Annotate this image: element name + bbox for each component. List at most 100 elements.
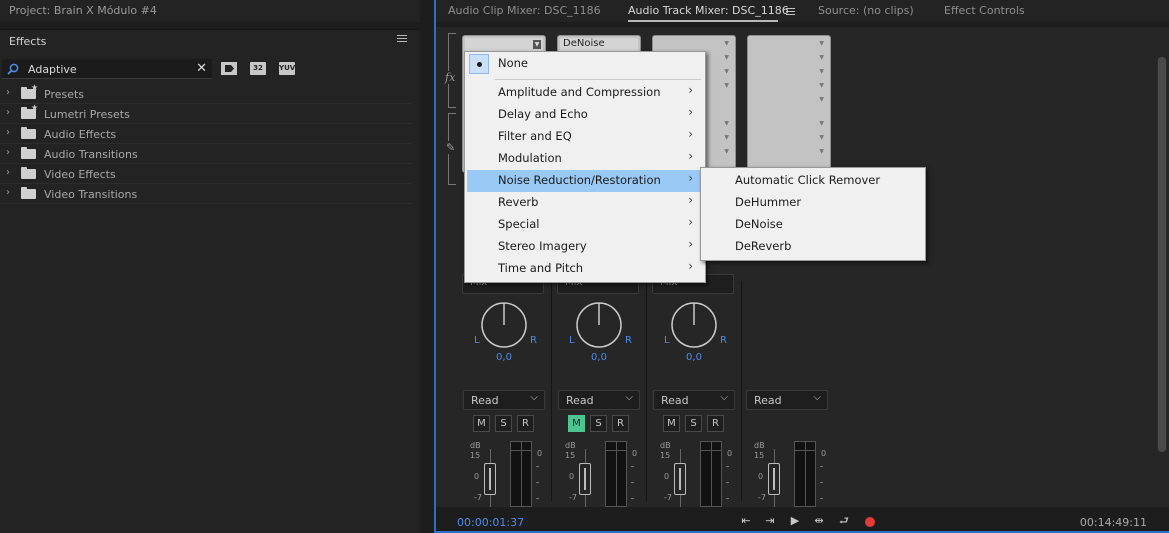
panel-menu-icon[interactable] <box>397 35 407 45</box>
menu-item-stereo-imagery[interactable]: Stereo Imagery › <box>467 236 703 258</box>
track-3-solo-button[interactable]: S <box>685 415 702 432</box>
fader-handle[interactable] <box>484 463 496 495</box>
track-3-volume-fader[interactable]: dB 15 0 -7 0 <box>660 441 732 507</box>
level-meter <box>700 441 722 507</box>
effect-insert-menu: None Amplitude and Compression › Delay an… <box>464 51 706 283</box>
tree-item-video-transitions[interactable]: › Video Transitions <box>0 184 412 204</box>
menu-item-dehummer[interactable]: DeHummer <box>703 192 923 214</box>
fx-icon[interactable]: fx <box>445 71 456 84</box>
tab-audio-track-mixer[interactable]: Audio Track Mixer: DSC_1186 <box>628 4 789 17</box>
scrollbar-thumb[interactable] <box>1158 57 1166 452</box>
submenu-arrow-icon: › <box>688 171 693 185</box>
search-icon <box>7 63 19 75</box>
fader-handle[interactable] <box>579 463 591 495</box>
effect-slot-label: DeNoise <box>563 38 605 49</box>
expand-chevron-icon[interactable]: › <box>6 187 10 198</box>
track-1-mute-button[interactable]: M <box>473 415 490 432</box>
track-1-record-button[interactable]: R <box>517 415 534 432</box>
menu-item-reverb[interactable]: Reverb › <box>467 192 703 214</box>
track-1-automation-dropdown[interactable]: Read ⌵ <box>463 390 545 410</box>
go-to-in-icon[interactable]: ⇤ <box>737 513 755 529</box>
pan-value[interactable]: 0,0 <box>484 352 524 363</box>
chevron-down-icon: ⌵ <box>625 392 633 403</box>
radio-checked-icon <box>469 54 489 74</box>
vertical-scrollbar[interactable] <box>1157 57 1167 452</box>
chevron-down-icon: ⌵ <box>813 392 821 403</box>
go-to-out-icon[interactable]: ⇥ <box>761 513 779 529</box>
track-2-solo-button[interactable]: S <box>590 415 607 432</box>
track-2-pan-knob[interactable] <box>575 301 623 349</box>
master-automation-dropdown[interactable]: Read ⌵ <box>746 390 828 410</box>
chevron-down-icon: ⌵ <box>530 392 538 403</box>
menu-item-special[interactable]: Special › <box>467 214 703 236</box>
track-3-record-button[interactable]: R <box>707 415 724 432</box>
dropdown-arrow-icon[interactable]: ▼ <box>533 40 541 49</box>
track-3-pan-knob[interactable] <box>670 301 718 349</box>
pan-value[interactable]: 0,0 <box>579 352 619 363</box>
clear-search-icon[interactable]: ✕ <box>196 61 207 77</box>
effect-slot[interactable]: ▼ <box>465 38 543 52</box>
tree-item-presets[interactable]: › ★ Presets <box>0 83 412 104</box>
master-volume-fader[interactable]: dB 15 0 -7 0 <box>754 441 826 507</box>
loop-icon[interactable]: ⮐ <box>835 513 853 529</box>
track-1-solo-button[interactable]: S <box>495 415 512 432</box>
menu-item-denoise[interactable]: DeNoise <box>703 214 923 236</box>
track-2-volume-fader[interactable]: dB 15 0 -7 0 <box>565 441 637 507</box>
menu-item-delay-and-echo[interactable]: Delay and Echo › <box>467 104 703 126</box>
32bit-effects-icon[interactable]: 32 <box>250 62 266 75</box>
menu-item-amplitude-and-compression[interactable]: Amplitude and Compression › <box>467 82 703 104</box>
tab-audio-clip-mixer[interactable]: Audio Clip Mixer: DSC_1186 <box>448 4 601 17</box>
fader-handle[interactable] <box>674 463 686 495</box>
effects-search-input[interactable] <box>28 61 188 77</box>
current-timecode[interactable]: 00:00:01:37 <box>457 516 524 529</box>
menu-item-automatic-click-remover[interactable]: Automatic Click Remover <box>703 170 923 192</box>
fader-handle[interactable] <box>768 463 780 495</box>
track-3-automation-dropdown[interactable]: Read ⌵ <box>653 390 735 410</box>
level-meter <box>510 441 532 507</box>
menu-item-filter-and-eq[interactable]: Filter and EQ › <box>467 126 703 148</box>
submenu-arrow-icon: › <box>688 237 693 251</box>
tab-effect-controls[interactable]: Effect Controls <box>944 4 1025 17</box>
track-2-mute-button[interactable]: M <box>568 415 585 432</box>
submenu-arrow-icon: › <box>688 149 693 163</box>
expand-chevron-icon[interactable]: › <box>6 87 10 98</box>
menu-item-none[interactable]: None <box>467 53 703 75</box>
accelerated-effects-icon[interactable] <box>221 62 237 75</box>
expand-chevron-icon[interactable]: › <box>6 127 10 138</box>
record-icon[interactable] <box>865 517 875 527</box>
tree-item-label: Audio Transitions <box>44 148 138 161</box>
project-title: Project: Brain X Módulo #4 <box>9 4 157 17</box>
effects-sends-toggle[interactable]: fx ✎ <box>442 33 462 188</box>
effects-search-box[interactable]: ✕ <box>2 59 212 79</box>
menu-item-noise-reduction-restoration[interactable]: Noise Reduction/Restoration › <box>467 170 703 192</box>
tree-item-audio-effects[interactable]: › Audio Effects <box>0 124 412 144</box>
track-1-volume-fader[interactable]: dB 15 0 -7 0 <box>470 441 542 507</box>
pan-left-label: L <box>474 335 480 346</box>
menu-item-dereverb[interactable]: DeReverb <box>703 236 923 258</box>
menu-item-modulation[interactable]: Modulation › <box>467 148 703 170</box>
pan-left-label: L <box>569 335 575 346</box>
track-1-pan-knob[interactable] <box>480 301 528 349</box>
track-4-effects-rack[interactable]: ▼ ▼ ▼ ▼ ▼ ▼ ▼ ▼ <box>747 35 831 173</box>
play-icon[interactable]: ▶ <box>786 513 804 529</box>
expand-chevron-icon[interactable]: › <box>6 147 10 158</box>
effect-slot[interactable]: DeNoise <box>560 38 638 52</box>
play-in-to-out-icon[interactable]: ⇹ <box>810 513 828 529</box>
pan-value[interactable]: 0,0 <box>674 352 714 363</box>
expand-chevron-icon[interactable]: › <box>6 167 10 178</box>
track-2-automation-dropdown[interactable]: Read ⌵ <box>558 390 640 410</box>
track-3-mute-button[interactable]: M <box>663 415 680 432</box>
expand-chevron-icon[interactable]: › <box>6 107 10 118</box>
tree-item-video-effects[interactable]: › Video Effects <box>0 164 412 184</box>
yuv-effects-icon[interactable]: YUV <box>279 62 295 75</box>
active-tab-indicator <box>628 20 778 22</box>
menu-item-time-and-pitch[interactable]: Time and Pitch › <box>467 258 703 280</box>
tree-item-audio-transitions[interactable]: › Audio Transitions <box>0 144 412 164</box>
tree-item-label: Video Transitions <box>44 188 138 201</box>
tab-source[interactable]: Source: (no clips) <box>818 4 914 17</box>
tab-menu-icon[interactable] <box>786 8 795 17</box>
track-2-record-button[interactable]: R <box>612 415 629 432</box>
sends-icon[interactable]: ✎ <box>446 141 456 154</box>
tree-item-lumetri-presets[interactable]: › ★ Lumetri Presets <box>0 103 412 124</box>
project-panel-header[interactable]: Project: Brain X Módulo #4 <box>0 0 420 22</box>
